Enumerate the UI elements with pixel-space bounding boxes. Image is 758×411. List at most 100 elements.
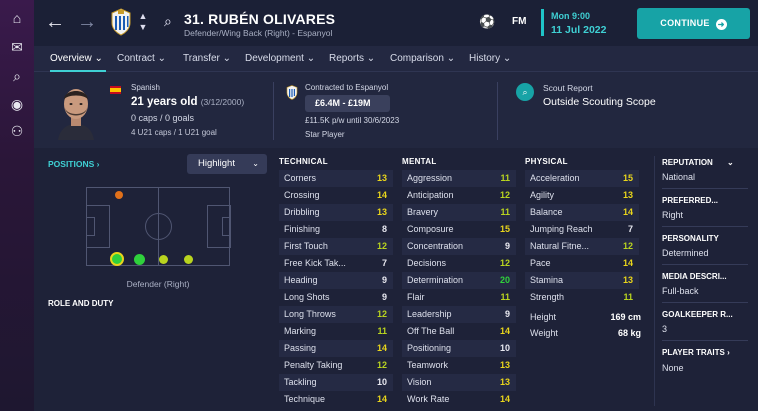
attribute-row[interactable]: Finishing 8 (279, 221, 393, 238)
divider (497, 82, 498, 140)
attribute-row[interactable]: Crossing 14 (279, 187, 393, 204)
height-value: 169 cm (610, 312, 641, 322)
player-overview-strip: Spanish 21 years old (3/12/2000) 0 caps … (34, 72, 758, 148)
positions-link[interactable]: POSITIONS › (48, 159, 100, 169)
goalkeeper-rating-value: 3 (662, 324, 668, 334)
tab-history[interactable]: History ⌄ (469, 46, 511, 72)
attribute-row[interactable]: Balance 14 (525, 204, 639, 221)
transfer-value[interactable]: £6.4M - £19M (305, 95, 390, 112)
home-icon[interactable]: ⌂ (7, 8, 27, 28)
attribute-row[interactable]: Free Kick Tak... 7 (279, 255, 393, 272)
attribute-value: 13 (622, 190, 633, 200)
club-crest-icon[interactable] (286, 85, 298, 100)
attribute-row[interactable]: Corners 13 (279, 170, 393, 187)
club-crest-icon[interactable] (110, 8, 132, 36)
media-description-label: MEDIA DESCRI... (662, 272, 727, 281)
attribute-row[interactable]: Passing 14 (279, 340, 393, 357)
attribute-row[interactable]: Marking 11 (279, 323, 393, 340)
attribute-row[interactable]: Jumping Reach 7 (525, 221, 639, 238)
attribute-value: 11 (623, 292, 633, 302)
positions-label: POSITIONS (48, 159, 95, 169)
football-icon[interactable]: ⚽ (479, 14, 495, 30)
media-description-value: Full-back (662, 286, 699, 296)
attribute-row[interactable]: Positioning 10 (402, 340, 516, 357)
game-date: 11 Jul 2022 (551, 24, 607, 36)
chevron-down-icon: ⌄ (252, 159, 259, 168)
scout-report-value[interactable]: Outside Scouting Scope (543, 96, 656, 108)
attribute-value: 7 (627, 224, 633, 234)
highlight-dropdown[interactable]: Highlight ⌄ (187, 154, 267, 174)
attribute-row[interactable]: Tackling 10 (279, 374, 393, 391)
search-icon[interactable]: ⌕ (164, 13, 172, 30)
tab-label: Development (245, 53, 304, 64)
forward-arrow-icon[interactable]: → (76, 11, 98, 33)
tab-comparison[interactable]: Comparison ⌄ (390, 46, 455, 72)
attribute-row[interactable]: Determination 20 (402, 272, 516, 289)
attribute-row[interactable]: Long Shots 9 (279, 289, 393, 306)
attribute-row[interactable]: Off The Ball 14 (402, 323, 516, 340)
position-pitch (86, 187, 231, 266)
attribute-row[interactable]: Decisions 12 (402, 255, 516, 272)
tab-development[interactable]: Development ⌄ (245, 46, 315, 72)
back-arrow-icon[interactable]: ← (44, 11, 66, 33)
top-header: ← → ▲ ▼ ⌕ 31. RUBÉN OLIVARES Defender/Win… (34, 0, 758, 46)
attribute-row[interactable]: Concentration 9 (402, 238, 516, 255)
attribute-row[interactable]: Long Throws 12 (279, 306, 393, 323)
mental-heading: MENTAL (402, 157, 437, 166)
search-icon[interactable]: ⌕ (7, 66, 27, 86)
attribute-row[interactable]: Agility 13 (525, 187, 639, 204)
continue-button[interactable]: CONTINUE ➜ (637, 8, 750, 39)
tab-label: Overview (50, 53, 92, 64)
player-traits-link[interactable]: PLAYER TRAITS › (662, 348, 730, 357)
attribute-row[interactable]: Aggression 11 (402, 170, 516, 187)
attribute-row[interactable]: Composure 15 (402, 221, 516, 238)
chevron-down-icon: ⌄ (366, 53, 376, 64)
fm-menu-button[interactable]: FM (512, 16, 526, 27)
app-window: ⌂ ✉ ⌕ ◉ ⚇ ← → ▲ ▼ ⌕ 31. RUBÉN OLIVARES De… (0, 0, 758, 411)
attribute-row[interactable]: Flair 11 (402, 289, 516, 306)
attribute-row[interactable]: Bravery 11 (402, 204, 516, 221)
technical-heading: TECHNICAL (279, 157, 328, 166)
attribute-row[interactable]: Natural Fitne... 12 (525, 238, 639, 255)
attribute-row[interactable]: Leadership 9 (402, 306, 516, 323)
player-traits-value: None (662, 363, 684, 373)
reputation-dropdown[interactable]: REPUTATION ⌄ (662, 158, 734, 167)
position-dot-selected[interactable] (110, 252, 124, 266)
chevron-down-icon: ⌄ (222, 53, 232, 64)
attribute-row[interactable]: First Touch 12 (279, 238, 393, 255)
attribute-row[interactable]: Technique 14 (279, 391, 393, 408)
date-accent-bar (541, 9, 544, 36)
divider (273, 82, 274, 140)
attribute-name: Technique (284, 394, 326, 404)
attribute-row[interactable]: Vision 13 (402, 374, 516, 391)
chevron-down-icon: ⌄ (502, 53, 512, 64)
player-traits-label: PLAYER TRAITS (662, 348, 725, 357)
attribute-row[interactable]: Pace 14 (525, 255, 639, 272)
attribute-row[interactable]: Teamwork 13 (402, 357, 516, 374)
attribute-row[interactable]: Work Rate 14 (402, 391, 516, 408)
attribute-row[interactable]: Stamina 13 (525, 272, 639, 289)
attribute-row[interactable]: Heading 9 (279, 272, 393, 289)
attribute-value: 9 (381, 275, 387, 285)
scout-search-icon[interactable]: ⌕ (516, 83, 534, 101)
attribute-row[interactable]: Anticipation 12 (402, 187, 516, 204)
weight-label: Weight (530, 328, 558, 338)
attribute-row[interactable]: Dribbling 13 (279, 204, 393, 221)
staff-icon[interactable]: ⚇ (7, 121, 27, 141)
tab-reports[interactable]: Reports ⌄ (329, 46, 375, 72)
inbox-icon[interactable]: ✉ (7, 37, 27, 57)
attribute-row[interactable]: Penalty Taking 12 (279, 357, 393, 374)
attribute-value: 13 (499, 377, 510, 387)
attribute-row[interactable]: Strength 11 (525, 289, 639, 306)
attribute-name: Agility (530, 190, 555, 200)
tab-transfer[interactable]: Transfer ⌄ (183, 46, 231, 72)
scouting-icon[interactable]: ◉ (7, 94, 27, 114)
player-switch-chevrons-icon[interactable]: ▲ ▼ (137, 11, 149, 35)
attribute-row[interactable]: Acceleration 15 (525, 170, 639, 187)
divider (662, 188, 748, 189)
player-age: 21 years old (3/12/2000) (131, 96, 244, 108)
attribute-name: Concentration (407, 241, 464, 251)
tab-overview[interactable]: Overview ⌄ (50, 46, 106, 72)
chevron-right-icon: › (96, 159, 100, 169)
tab-contract[interactable]: Contract ⌄ (117, 46, 166, 72)
